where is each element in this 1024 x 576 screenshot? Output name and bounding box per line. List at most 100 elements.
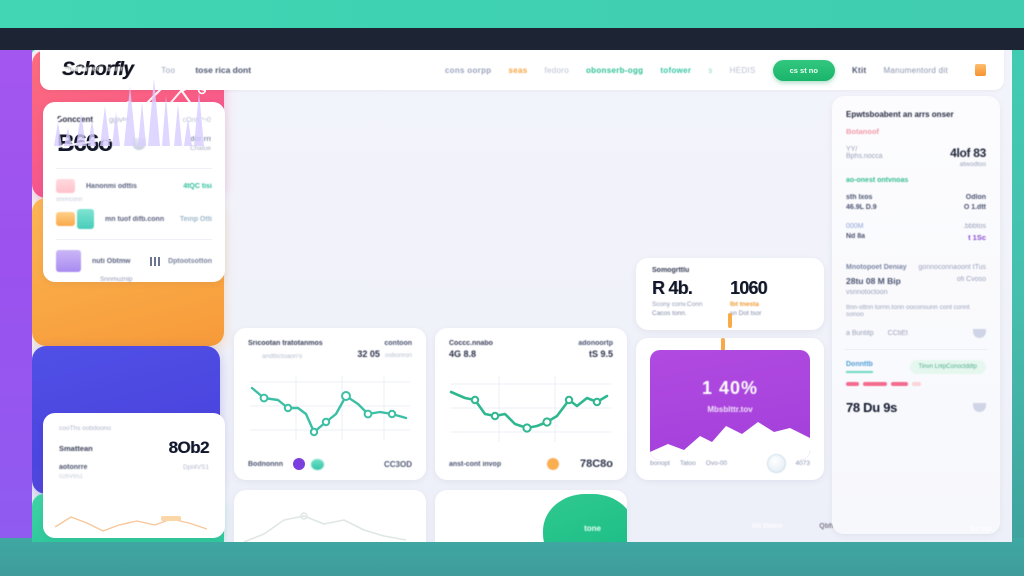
chevron-down-icon[interactable]: [973, 329, 986, 338]
purple-promo-value: 1 40%: [701, 378, 759, 398]
rp-section2-value-row: 28tu 08 M Bip ofi Cvoso: [832, 271, 1000, 286]
bottom-left-label: Smattean: [59, 443, 93, 453]
bottom-left-value: 8Ob2: [168, 438, 209, 457]
screen: Schorfly Too tose rica dont cons oorpp s…: [0, 0, 1024, 576]
right-panel-subtitle: Botanoof: [846, 127, 879, 136]
teal-block-icon: [77, 209, 94, 229]
line-card-2-value-right: tS 9.5: [588, 349, 613, 359]
faint-line-chart: [243, 512, 407, 542]
stat-left-sub: Scony conv.Conn: [652, 301, 703, 308]
nav-cta-button[interactable]: cs st no: [772, 59, 835, 81]
purple-promo-card[interactable]: 1 40% Mbsblttr.tov bonopt Tatoo Ovo-00 4…: [636, 338, 824, 480]
line-card-2-values: 4G 8.8 tS 9.5: [435, 347, 627, 359]
right-panel-row: 000M .bbbtos: [832, 211, 1000, 230]
main-nav: cons oorpp seas fedoro obonserb-ogg tofo…: [445, 59, 1004, 81]
line-card-2-title-right: adonoortp: [578, 340, 613, 347]
rp-section3-value-row: 78 Du 9s: [832, 386, 1000, 415]
right-panel-section-2: Mnotopoet Deniay gonnoconnaoont tTus: [832, 242, 1000, 271]
rp-section2-row-mid: CCtiEt: [887, 330, 908, 337]
line-card-1-footer: Bodnonnn CC3OD: [234, 458, 426, 470]
rp-row-value: Odlon: [965, 194, 986, 201]
bottom-left-value-row: Smattean 8Ob2: [43, 432, 225, 458]
purple-promo-inner: 1 40% Mbsblttr.tov: [650, 350, 810, 460]
rp-row-value: 4lof 83: [950, 146, 986, 160]
nav-item-4[interactable]: obonserb-ogg: [586, 66, 643, 75]
line-card-2-title: Coccc.nnabo: [449, 340, 493, 347]
rp-row-label: YY/: [846, 146, 858, 153]
mountain-silhouette: [650, 422, 810, 460]
nav-right-item-1[interactable]: Ktit: [852, 66, 867, 75]
stat-card-title: Somogrttlu: [652, 267, 690, 274]
line-card-1-title: Sricootan tratotanmos: [248, 340, 323, 347]
bottom-left-eyebrow: cooThs oobdoono: [59, 425, 112, 432]
promo-footer-1: bonopt: [650, 460, 670, 467]
stat-right-sub: Ibt tnesta: [730, 301, 759, 308]
line-card-2-footer: anst-cont invop 78C8o: [435, 458, 627, 470]
rp-section3-bars: [832, 374, 1000, 386]
orange-doc-icon: [56, 212, 75, 226]
rp-section3-badge: Tinvn LntpConoctddtp: [909, 360, 986, 374]
stat-right-sub2: sn Dot tsor: [730, 310, 762, 317]
list-item[interactable]: nuti Obtmw Dptootsotton: [43, 250, 225, 272]
divider: [56, 239, 212, 240]
orange-sparkline: [54, 516, 208, 532]
rp-section2-row[interactable]: a Buntitp CCtiEt: [832, 318, 1000, 338]
rp-section3-tab[interactable]: Donnttb: [846, 361, 873, 373]
bar-2: [863, 382, 887, 386]
rp-row-label: 46.9L D.9: [846, 204, 877, 211]
bar-chart-icon: [150, 256, 163, 266]
stat-column-left: R 4b. Scony conv.Conn Cacos tonn.: [652, 278, 730, 317]
list-item-value: Teinp Otti: [179, 215, 212, 223]
rp-status-text: ao-onest ontvnoas: [846, 177, 909, 184]
background-bottom-strip: [0, 538, 1024, 576]
nav-item-2[interactable]: seas: [508, 66, 527, 75]
smile-icon: [973, 403, 986, 412]
rp-row-label: 000M: [846, 223, 864, 230]
nav-item-3[interactable]: fedoro: [544, 66, 568, 75]
purple-dot-icon: [293, 458, 305, 470]
promo-footer-3: Ovo-00: [705, 460, 728, 467]
stat-right-value: 1060: [730, 278, 768, 298]
bottom-left-label-2: aotonrre: [59, 464, 88, 471]
orange-dot-icon: [547, 458, 560, 470]
stat-left-value: R 4b.: [652, 278, 693, 298]
os-title-bar: [0, 28, 1024, 50]
right-panel-row: sth Ixos Odlon: [832, 184, 1000, 201]
line-card-2-footer-label: anst-cont invop: [449, 460, 502, 468]
rp-section2-row-left: a Buntitp: [846, 330, 874, 337]
nav-item-5[interactable]: tofower: [660, 66, 691, 75]
rp-section2-value: 28tu 08 M Bip: [846, 276, 901, 286]
bar-3: [891, 382, 908, 386]
nav-item-1[interactable]: cons oorpp: [445, 66, 492, 75]
line-chart-card-1: Sricootan tratotanmos contoon andttictoa…: [234, 328, 426, 480]
promo-footer-4: 4073: [795, 460, 810, 467]
bar-4: [912, 382, 921, 386]
rp-row-value: O 1.dtt: [963, 204, 986, 211]
right-panel-row: 46.9L D.9 O 1.dtt: [832, 201, 1000, 211]
line-card-1-header: Sricootan tratotanmos contoon: [234, 328, 426, 347]
right-panel: Epwtsboabent an arrs onser Botanoof YY/ …: [832, 96, 1000, 534]
circle-icon: [766, 454, 786, 473]
bottom-left-sub-2: Dpt4VS1: [182, 464, 209, 471]
bar-1: [846, 382, 859, 386]
line-card-2-header: Coccc.nnabo adonoortp: [435, 328, 627, 347]
background-top-strip: [0, 0, 1024, 28]
rp-row-value: .bbbtos: [963, 223, 986, 230]
nav-item-7[interactable]: HEDIS: [730, 66, 756, 75]
bottom-card-3[interactable]: tone: [435, 490, 627, 542]
line-card-1-value-right-sub: osbonron: [384, 352, 412, 359]
nav-right-item-2[interactable]: Manumentord dit: [883, 66, 948, 75]
right-panel-section-3: Donnttb Tinvn LntpConoctddtp: [832, 350, 1000, 374]
rp-section3-value: 78 Du 9s: [846, 400, 898, 415]
bottom-left-sub-3: 026V651: [59, 474, 84, 480]
bottom-left-row-2: aotonrre Dpt4VS1: [43, 458, 225, 471]
nav-item-6[interactable]: s: [708, 66, 712, 75]
list-item[interactable]: mn tuof difb.conn Teinp Otti: [43, 209, 225, 229]
line-card-1-footer-label: Bodnonnn: [248, 460, 283, 468]
orange-square-icon[interactable]: [975, 64, 986, 76]
rp-row-value: t 1Sc: [968, 233, 986, 242]
rp-row-values: 4lof 83 atwodtoo: [950, 146, 986, 168]
list-item-value: Dptootsotton: [168, 257, 212, 265]
right-panel-row: YY/ Bphs.nocca 4lof 83 atwodtoo: [832, 136, 1000, 168]
rp-section2-label: Mnotopoet Deniay: [846, 264, 907, 271]
